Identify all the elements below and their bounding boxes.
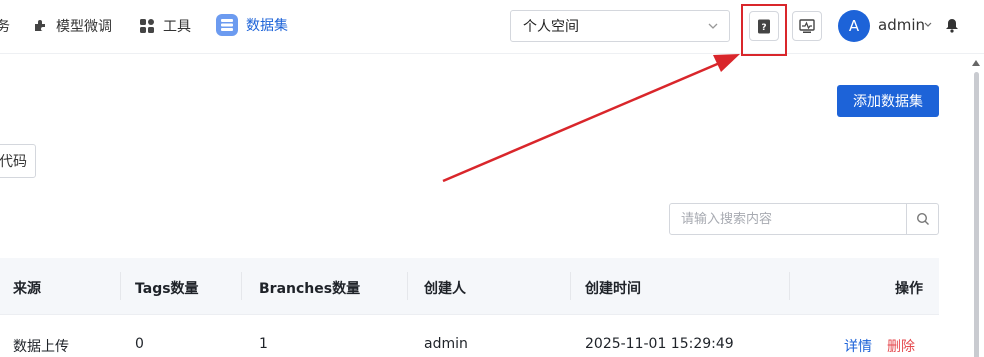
user-name[interactable]: admin bbox=[878, 16, 925, 34]
nav-item-model-finetune-label: 模型微调 bbox=[56, 19, 112, 35]
grid-icon bbox=[140, 19, 154, 33]
user-avatar[interactable]: A bbox=[838, 10, 870, 42]
search-input[interactable] bbox=[670, 204, 906, 234]
nav-item-dataset-label: 数据集 bbox=[246, 18, 288, 34]
column-divider bbox=[120, 272, 121, 300]
nav-item-model-finetune[interactable]: 模型微调 bbox=[32, 15, 112, 37]
header-actions: 操作 bbox=[895, 281, 923, 297]
top-navbar: 务 模型微调 工具 数据集 个人空间 ? A admin bbox=[0, 0, 984, 56]
column-divider bbox=[241, 272, 242, 300]
nav-item-truncated[interactable]: 务 bbox=[0, 15, 10, 37]
cell-branches: 1 bbox=[259, 336, 268, 352]
monitor-icon bbox=[799, 18, 815, 33]
add-dataset-button[interactable]: 添加数据集 bbox=[837, 85, 939, 117]
code-button[interactable]: 代码 bbox=[0, 144, 36, 178]
nav-item-tools[interactable]: 工具 bbox=[139, 15, 191, 37]
header-branches: Branches数量 bbox=[259, 281, 361, 297]
cell-tags: 0 bbox=[135, 336, 144, 352]
bell-icon[interactable] bbox=[945, 18, 959, 33]
column-divider bbox=[407, 272, 408, 300]
delete-link[interactable]: 删除 bbox=[887, 336, 915, 356]
user-avatar-letter: A bbox=[848, 17, 860, 35]
table-header: 来源 Tags数量 Branches数量 创建人 创建时间 操作 bbox=[0, 258, 939, 314]
space-select[interactable]: 个人空间 bbox=[510, 10, 730, 42]
cell-created-at: 2025-11-01 15:29:49 bbox=[585, 336, 734, 352]
space-select-value: 个人空间 bbox=[523, 19, 579, 35]
nav-item-tools-label: 工具 bbox=[163, 19, 191, 35]
scroll-up-arrow-icon[interactable] bbox=[972, 60, 980, 66]
nav-item-truncated-label: 务 bbox=[0, 19, 10, 35]
header-creator: 创建人 bbox=[424, 281, 466, 297]
chevron-down-icon bbox=[708, 23, 718, 29]
column-divider bbox=[789, 272, 790, 300]
user-menu-chevron-icon[interactable] bbox=[924, 22, 932, 28]
header-created-at: 创建时间 bbox=[585, 281, 641, 297]
cell-creator: admin bbox=[424, 336, 468, 352]
page: 务 模型微调 工具 数据集 个人空间 ? A admin 添加数据集 代码 请输… bbox=[0, 0, 984, 357]
code-button-label: 代码 bbox=[0, 154, 27, 170]
column-divider bbox=[570, 272, 571, 300]
search-button[interactable] bbox=[906, 204, 938, 234]
nav-item-dataset[interactable]: 数据集 bbox=[216, 14, 288, 36]
monitor-button[interactable] bbox=[792, 11, 822, 41]
puzzle-icon bbox=[35, 20, 45, 31]
database-icon bbox=[216, 14, 238, 36]
help-button-highlight bbox=[741, 4, 787, 56]
search-box bbox=[669, 203, 939, 235]
cell-source: 数据上传 bbox=[13, 339, 69, 355]
search-icon bbox=[916, 212, 929, 225]
header-tags: Tags数量 bbox=[135, 281, 199, 297]
row-divider bbox=[0, 314, 939, 315]
scrollbar-thumb[interactable] bbox=[974, 72, 979, 357]
header-source: 来源 bbox=[13, 281, 41, 297]
detail-link[interactable]: 详情 bbox=[844, 336, 872, 356]
